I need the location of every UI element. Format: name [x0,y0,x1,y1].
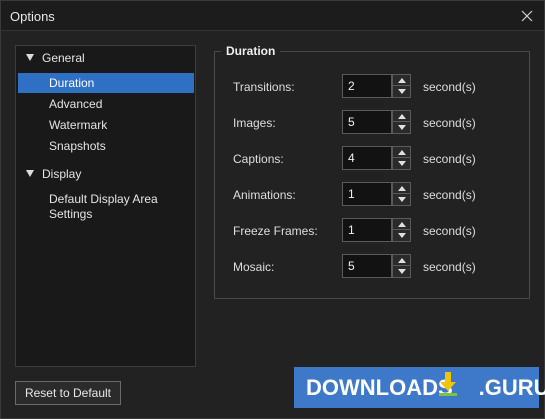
captions-input[interactable] [342,146,392,170]
images-input[interactable] [342,110,392,134]
unit-label: second(s) [423,116,476,130]
close-icon [521,10,533,22]
captions-decrement-button[interactable] [393,158,410,169]
arrow-up-icon [398,258,406,263]
tree-item-duration[interactable]: Duration [18,73,194,93]
arrow-down-icon [398,197,406,202]
row-mosaic: Mosaic: second(s) [233,254,523,278]
row-images: Images: second(s) [233,110,523,134]
transitions-decrement-button[interactable] [393,86,410,97]
mosaic-label: Mosaic: [233,260,275,274]
watermark-text-left: DOWNLOADS [306,375,453,400]
images-decrement-button[interactable] [393,122,410,133]
transitions-label: Transitions: [233,80,295,94]
tree-node-label: General [42,51,85,65]
unit-label: second(s) [423,80,476,94]
arrow-down-icon [398,269,406,274]
arrow-down-icon [398,125,406,130]
tree-item-label: Advanced [49,97,103,111]
row-transitions: Transitions: second(s) [233,74,523,98]
animations-input[interactable] [342,182,392,206]
mosaic-spinner [392,254,411,278]
animations-spinner [392,182,411,206]
watermark-text: DOWNLOADS .GURU [306,375,545,401]
window-title: Options [10,9,55,24]
captions-spinner [392,146,411,170]
arrow-up-icon [398,222,406,227]
tree-node-general[interactable]: General [16,48,195,68]
arrow-up-icon [398,150,406,155]
transitions-input[interactable] [342,74,392,98]
row-animations: Animations: second(s) [233,182,523,206]
mosaic-decrement-button[interactable] [393,266,410,277]
arrow-down-icon [398,233,406,238]
arrow-down-icon [398,161,406,166]
row-freeze-frames: Freeze Frames: second(s) [233,218,523,242]
title-bar: Options [1,1,544,31]
animations-increment-button[interactable] [393,183,410,194]
unit-label: second(s) [423,260,476,274]
triangle-down-icon[interactable] [26,170,34,177]
tree-item-default-display-area-settings[interactable]: Default Display Area Settings [18,189,194,223]
animations-label: Animations: [233,188,296,202]
tree-node-label: Display [42,167,82,181]
captions-increment-button[interactable] [393,147,410,158]
tree-item-label: Snapshots [49,139,106,153]
category-tree: General Duration Advanced Watermark Snap… [15,45,196,367]
arrow-up-icon [398,186,406,191]
row-captions: Captions: second(s) [233,146,523,170]
unit-label: second(s) [423,188,476,202]
images-label: Images: [233,116,276,130]
arrow-up-icon [398,114,406,119]
freeze-frames-input[interactable] [342,218,392,242]
freeze-frames-decrement-button[interactable] [393,230,410,241]
triangle-down-icon[interactable] [26,54,34,61]
images-increment-button[interactable] [393,111,410,122]
tree-item-label: Watermark [49,118,108,132]
arrow-up-icon [398,78,406,83]
freeze-frames-spinner [392,218,411,242]
watermark-banner: DOWNLOADS .GURU [294,367,545,408]
unit-label: second(s) [423,224,476,238]
transitions-increment-button[interactable] [393,75,410,86]
unit-label: second(s) [423,152,476,166]
transitions-spinner [392,74,411,98]
duration-group-title: Duration [221,44,281,58]
close-button[interactable] [518,7,536,25]
tree-item-watermark[interactable]: Watermark [18,115,194,135]
freeze-frames-label: Freeze Frames: [233,224,318,238]
arrow-down-icon [398,89,406,94]
tree-item-label-line2: Settings [49,207,93,221]
mosaic-input[interactable] [342,254,392,278]
animations-decrement-button[interactable] [393,194,410,205]
captions-label: Captions: [233,152,284,166]
reset-to-default-button[interactable]: Reset to Default [15,381,121,405]
tree-item-advanced[interactable]: Advanced [18,94,194,114]
images-spinner [392,110,411,134]
tree-node-display[interactable]: Display [16,164,195,184]
tree-item-label-line1: Default Display Area [49,192,158,206]
watermark-text-right: .GURU [478,375,545,400]
options-dialog: Options General Duration Advanced Waterm… [0,0,545,419]
freeze-frames-increment-button[interactable] [393,219,410,230]
tree-item-label: Duration [49,76,95,90]
tree-item-snapshots[interactable]: Snapshots [18,136,194,156]
download-arrow-icon [439,372,457,396]
mosaic-increment-button[interactable] [393,255,410,266]
